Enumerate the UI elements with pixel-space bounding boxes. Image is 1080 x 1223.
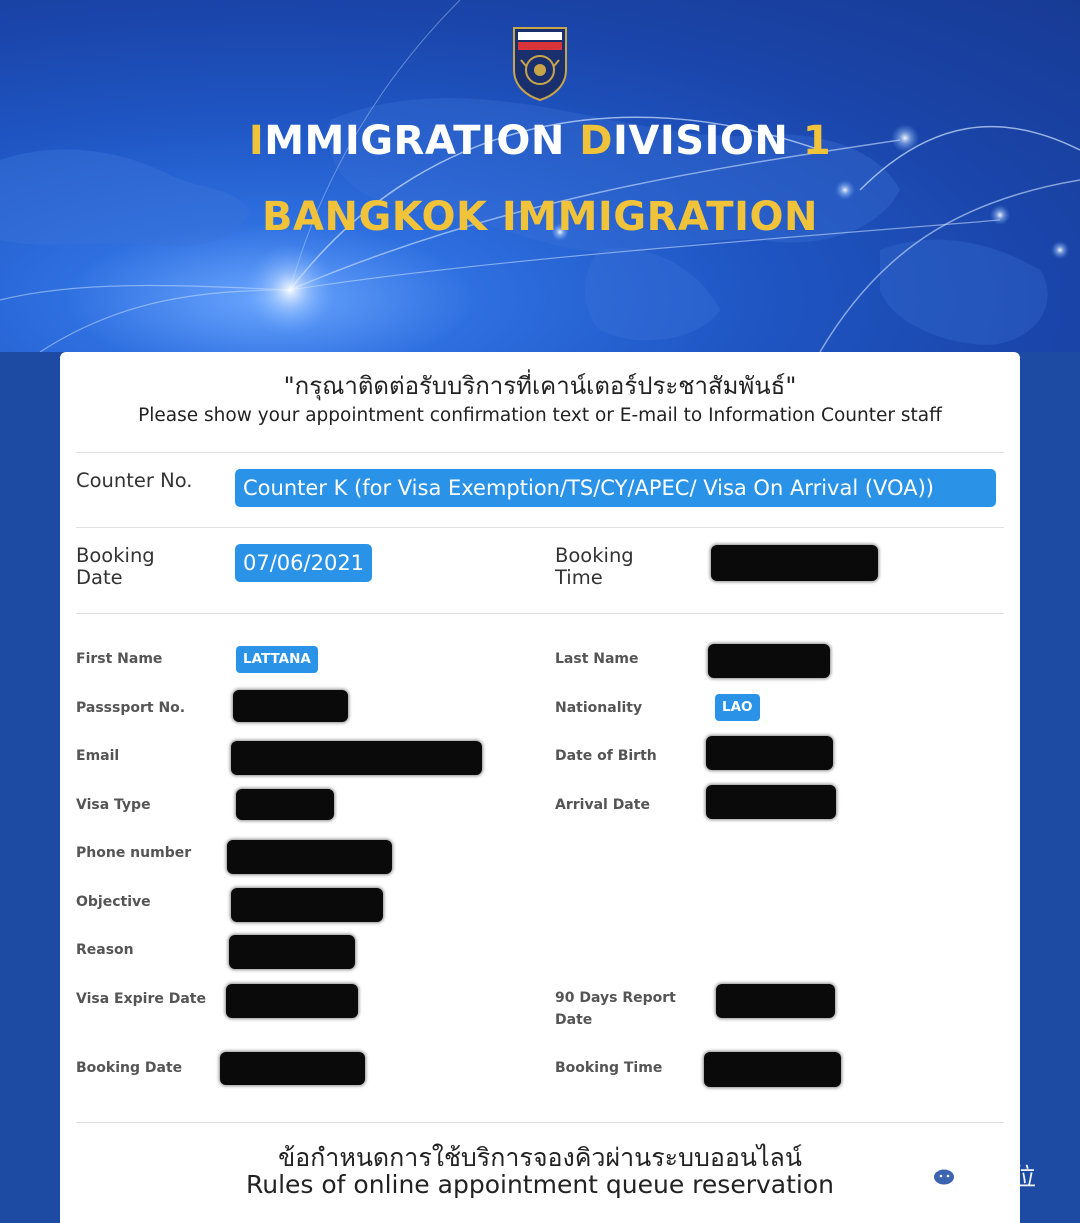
first-name-value: LATTANA: [236, 646, 318, 673]
report-date-label: 90 Days Report Date: [555, 990, 676, 1028]
redacted-booking-time-detail: [704, 1052, 841, 1087]
redacted-arrival-date: [706, 785, 836, 819]
royal-thai-police-logo: [513, 27, 567, 102]
counter-label: Counter No.: [76, 469, 193, 492]
redacted-passport: [233, 690, 348, 722]
redacted-phone: [227, 840, 392, 874]
redacted-last-name: [708, 644, 830, 678]
booking-time-label: Booking Time: [555, 544, 634, 589]
first-name-label: First Name: [76, 651, 163, 667]
booking-date-detail-label: Booking Date: [76, 1060, 183, 1076]
booking-time-detail-label: Booking Time: [555, 1060, 663, 1076]
passport-label: Passsport No.: [76, 700, 186, 716]
redacted-booking-date: [220, 1052, 365, 1085]
bangkok-immigration-title: BANGKOK IMMIGRATION: [262, 194, 818, 240]
booking-date-badge: 07/06/2021: [235, 544, 373, 582]
watermark-text: 红数位: [964, 1162, 1036, 1191]
nationality-label: Nationality: [555, 700, 643, 716]
divider: [76, 1122, 1004, 1123]
last-name-label: Last Name: [555, 651, 639, 667]
objective-label: Objective: [76, 894, 151, 910]
redacted-report-date: [716, 984, 835, 1018]
watermark: 红数位: [918, 1156, 1036, 1192]
reason-label: Reason: [76, 942, 134, 958]
header-banner: IMMIGRATION DIVISION 1 BANGKOK IMMIGRATI…: [0, 0, 1080, 352]
redacted-visa-expire: [226, 984, 358, 1018]
notice-thai: "กรุณาติดต่อรับบริการที่เคาน์เตอร์ประชาส…: [283, 372, 797, 400]
nationality-value: LAO: [715, 694, 760, 721]
phone-label: Phone number: [76, 845, 192, 861]
arrival-date-label: Arrival Date: [555, 797, 650, 813]
divider: [76, 613, 1004, 614]
redacted-objective: [231, 888, 383, 922]
division-title: IMMIGRATION DIVISION 1: [248, 118, 832, 164]
dob-label: Date of Birth: [555, 748, 657, 764]
wechat-icon: [919, 1161, 956, 1187]
redacted-reason: [229, 935, 355, 969]
visa-expire-label: Visa Expire Date: [76, 991, 206, 1007]
divider: [76, 527, 1004, 528]
redacted-booking-time: [711, 545, 878, 581]
email-label: Email: [76, 748, 120, 764]
notice-english: Please show your appointment confirmatio…: [138, 405, 942, 426]
visa-type-label: Visa Type: [76, 797, 151, 813]
divider: [76, 452, 1004, 453]
counter-value-badge: Counter K (for Visa Exemption/TS/CY/APEC…: [235, 469, 996, 507]
redacted-dob: [706, 736, 833, 770]
redacted-visa-type: [236, 789, 334, 820]
redacted-email: [231, 741, 482, 775]
booking-date-label: Booking Date: [76, 544, 155, 589]
